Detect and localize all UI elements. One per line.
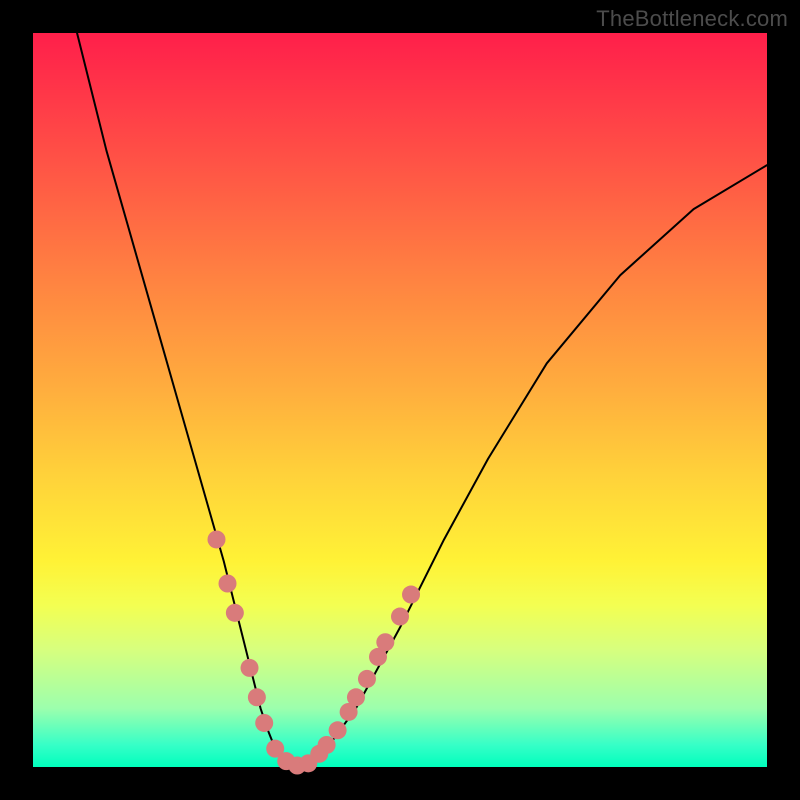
highlight-dot bbox=[241, 659, 259, 677]
highlight-dot bbox=[402, 586, 420, 604]
watermark-text: TheBottleneck.com bbox=[596, 6, 788, 32]
highlight-dot bbox=[226, 604, 244, 622]
highlight-dot bbox=[318, 736, 336, 754]
chart-plot-area bbox=[33, 33, 767, 767]
highlight-dot bbox=[255, 714, 273, 732]
highlight-dot bbox=[329, 721, 347, 739]
bottleneck-curve bbox=[77, 33, 767, 767]
highlight-dot bbox=[347, 688, 365, 706]
chart-svg bbox=[33, 33, 767, 767]
highlight-dot bbox=[358, 670, 376, 688]
highlight-dot bbox=[391, 608, 409, 626]
highlight-dot bbox=[376, 633, 394, 651]
highlight-dot bbox=[248, 688, 266, 706]
highlight-dot bbox=[219, 575, 237, 593]
highlight-dot bbox=[208, 530, 226, 548]
